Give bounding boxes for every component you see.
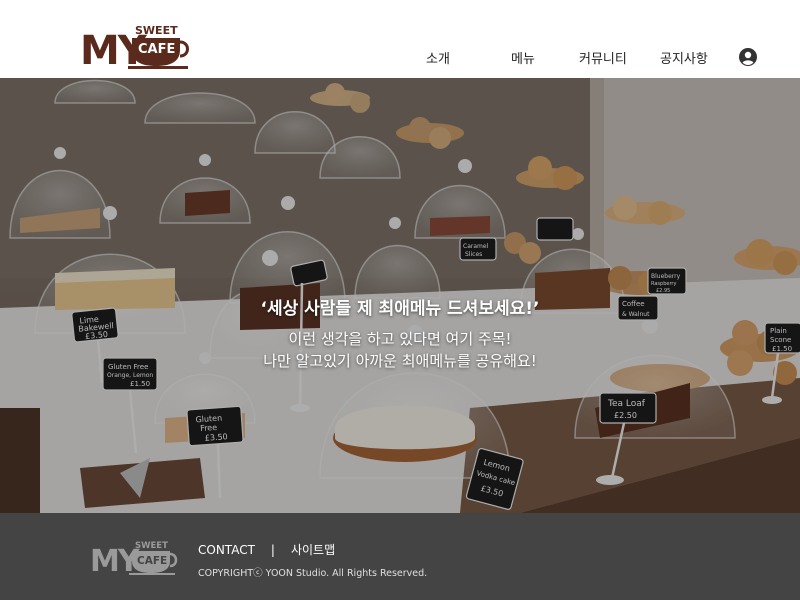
footer-links: CONTACT | 사이트맵: [198, 541, 335, 557]
footer-logo-sweet-text: SWEET: [135, 541, 168, 551]
footer-logo-cafe-text: CAFE: [137, 555, 167, 567]
footer-sitemap-link[interactable]: 사이트맵: [291, 543, 335, 557]
hero-banner: Lime Bakewell £3.50 Gluten Free Orange, …: [0, 78, 800, 513]
footer-logo[interactable]: MY SWEET CAFE: [90, 537, 180, 577]
footer-separator: |: [270, 543, 275, 557]
hero-title: ‘세상 사람들 제 최애메뉴 드셔보세요!’: [260, 299, 540, 319]
site-header: MY SWEET CAFE 소개 메뉴 커뮤니티 공지사항: [0, 0, 800, 78]
site-footer: MY SWEET CAFE CONTACT | 사이트맵 COPYRIGHTⓒ YO…: [0, 513, 800, 600]
nav-item-about[interactable]: 소개: [426, 48, 450, 67]
hero-subtitle-line2: 나만 알고있기 아까운 최애메뉴를 공유해요!: [263, 352, 537, 370]
nav-item-community[interactable]: 커뮤니티: [579, 48, 627, 67]
copyright-text: COPYRIGHTⓒ YOON Studio. All Rights Reser…: [198, 568, 428, 579]
user-circle-icon[interactable]: [739, 48, 757, 66]
footer-contact-link[interactable]: CONTACT: [198, 543, 255, 557]
hero-subtitle-line1: 이런 생각을 하고 있다면 여기 주목!: [288, 330, 512, 348]
nav-item-menu[interactable]: 메뉴: [511, 48, 535, 67]
logo-sweet-text: SWEET: [135, 24, 178, 37]
nav-item-notice[interactable]: 공지사항: [660, 48, 708, 67]
main-nav: 소개 메뉴 커뮤니티 공지사항: [0, 48, 800, 68]
